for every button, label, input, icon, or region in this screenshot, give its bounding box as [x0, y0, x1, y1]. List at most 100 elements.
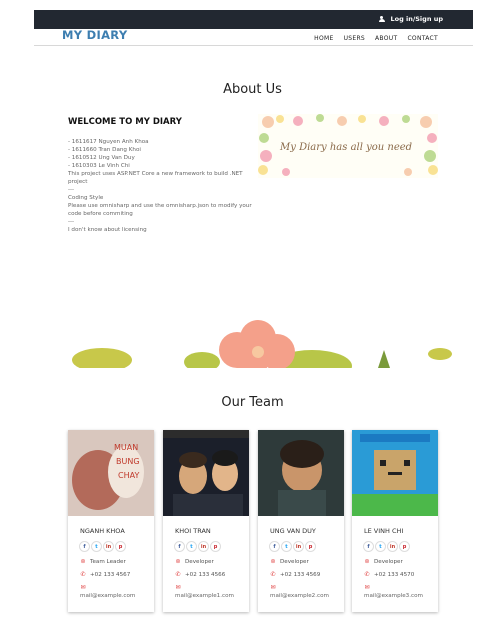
facebook-icon[interactable]: f [79, 541, 90, 552]
svg-text:CHAY: CHAY [118, 471, 139, 480]
team-title: Our Team [221, 395, 284, 410]
phone-label: +02 133 4570 [374, 571, 415, 578]
nav-about[interactable]: ABOUT [375, 35, 397, 42]
envelope-icon-row: ✉ [80, 584, 86, 591]
about-line: - 1610512 Ung Van Duy [68, 155, 135, 161]
about-line: --- [68, 187, 75, 193]
target-icon: ⊚ [80, 558, 86, 565]
envelope-icon: ✉ [270, 584, 276, 591]
member-name: UNG VAN DUY [270, 527, 316, 535]
linkedin-icon[interactable]: in [103, 541, 114, 552]
member-email[interactable]: mail@example1.com [175, 593, 234, 599]
about-line: - 1611617 Nguyen Anh Khoa [68, 139, 149, 145]
social-links: f t in p [363, 541, 410, 552]
target-icon: ⊚ [270, 558, 276, 565]
member-email[interactable]: mail@example2.com [270, 593, 329, 599]
member-phone: ✆ +02 133 4570 [364, 571, 414, 578]
phone-label: +02 133 4569 [280, 571, 321, 578]
about-line: Coding Style [68, 195, 104, 201]
phone-label: +02 133 4567 [90, 571, 131, 578]
login-link[interactable]: Log in/Sign up [378, 15, 444, 23]
target-icon: ⊚ [175, 558, 181, 565]
phone-icon: ✆ [175, 571, 181, 578]
about-line: This project uses ASP.NET Core a new fra… [68, 171, 243, 185]
team-card: LE VINH CHI f t in p ⊚ Developer ✆ +02 133… [352, 430, 438, 612]
team-card: UNG VAN DUY f t in p ⊚ Developer ✆ +02 133… [258, 430, 344, 612]
team-card: KHOI TRAN f t in p ⊚ Developer ✆ +02 133 4… [163, 430, 249, 612]
pinterest-icon[interactable]: p [115, 541, 126, 552]
member-name: LE VINH CHI [364, 527, 404, 535]
about-line: Please use omnisharp and use the omnisha… [68, 203, 252, 217]
top-bar: Log in/Sign up [34, 10, 473, 29]
role-label: Developer [185, 558, 214, 565]
about-line: I don't know about licensing [68, 227, 147, 233]
envelope-icon: ✉ [80, 584, 86, 591]
linkedin-icon[interactable]: in [198, 541, 209, 552]
twitter-icon[interactable]: t [186, 541, 197, 552]
member-photo [258, 430, 344, 516]
navbar: MY DIARY HOME USERS ABOUT CONTACT [34, 28, 473, 46]
phone-icon: ✆ [270, 571, 276, 578]
facebook-icon[interactable]: f [363, 541, 374, 552]
login-label: Log in/Sign up [390, 15, 444, 23]
nav-home[interactable]: HOME [314, 35, 333, 42]
member-phone: ✆ +02 133 4566 [175, 571, 225, 578]
twitter-icon[interactable]: t [281, 541, 292, 552]
social-links: f t in p [174, 541, 221, 552]
banner-text: My Diary has all you need [280, 142, 413, 153]
about-line: - 1610303 Le Vinh Chi [68, 163, 130, 169]
nav-contact[interactable]: CONTACT [407, 35, 438, 42]
flower-illustration [62, 310, 464, 368]
twitter-icon[interactable]: t [91, 541, 102, 552]
linkedin-icon[interactable]: in [387, 541, 398, 552]
member-photo [352, 430, 438, 516]
brand-logo[interactable]: MY DIARY [62, 28, 127, 42]
social-links: f t in p [79, 541, 126, 552]
about-line: - 1611660 Tran Dang Khoi [68, 147, 141, 153]
member-role: ⊚ Developer [364, 558, 403, 565]
pinterest-icon[interactable]: p [305, 541, 316, 552]
member-name: NGANH KHOA [80, 527, 125, 535]
role-label: Developer [280, 558, 309, 565]
phone-icon: ✆ [80, 571, 86, 578]
envelope-icon-row: ✉ [364, 584, 370, 591]
team-card: MUAN BUNG CHAY NGANH KHOA f t in p ⊚ Team… [68, 430, 154, 612]
svg-text:BUNG: BUNG [116, 457, 140, 466]
member-email[interactable]: mail@example.com [80, 593, 135, 599]
about-title: About Us [223, 82, 282, 97]
svg-text:MUAN: MUAN [114, 443, 138, 452]
role-label: Team Leader [90, 558, 126, 565]
pinterest-icon[interactable]: p [399, 541, 410, 552]
member-role: ⊚ Team Leader [80, 558, 126, 565]
user-icon [378, 15, 385, 23]
phone-icon: ✆ [364, 571, 370, 578]
diary-banner-image: My Diary has all you need [258, 114, 438, 178]
pinterest-icon[interactable]: p [210, 541, 221, 552]
facebook-icon[interactable]: f [269, 541, 280, 552]
member-photo: MUAN BUNG CHAY [68, 430, 154, 516]
social-links: f t in p [269, 541, 316, 552]
member-phone: ✆ +02 133 4567 [80, 571, 130, 578]
welcome-heading: WELCOME TO MY DIARY [68, 117, 182, 127]
phone-label: +02 133 4566 [185, 571, 226, 578]
about-line: --- [68, 219, 75, 225]
twitter-icon[interactable]: t [375, 541, 386, 552]
nav-users[interactable]: USERS [344, 35, 365, 42]
about-text: - 1611617 Nguyen Anh Khoa - 1611660 Tran… [68, 138, 253, 234]
member-phone: ✆ +02 133 4569 [270, 571, 320, 578]
nav-menu: HOME USERS ABOUT CONTACT [314, 35, 438, 42]
member-name: KHOI TRAN [175, 527, 211, 535]
member-role: ⊚ Developer [270, 558, 309, 565]
envelope-icon: ✉ [175, 584, 181, 591]
member-email[interactable]: mail@example3.com [364, 593, 423, 599]
facebook-icon[interactable]: f [174, 541, 185, 552]
role-label: Developer [374, 558, 403, 565]
linkedin-icon[interactable]: in [293, 541, 304, 552]
member-photo [163, 430, 249, 516]
envelope-icon-row: ✉ [175, 584, 181, 591]
envelope-icon-row: ✉ [270, 584, 276, 591]
flower-graphic [72, 320, 452, 368]
target-icon: ⊚ [364, 558, 370, 565]
member-role: ⊚ Developer [175, 558, 214, 565]
envelope-icon: ✉ [364, 584, 370, 591]
